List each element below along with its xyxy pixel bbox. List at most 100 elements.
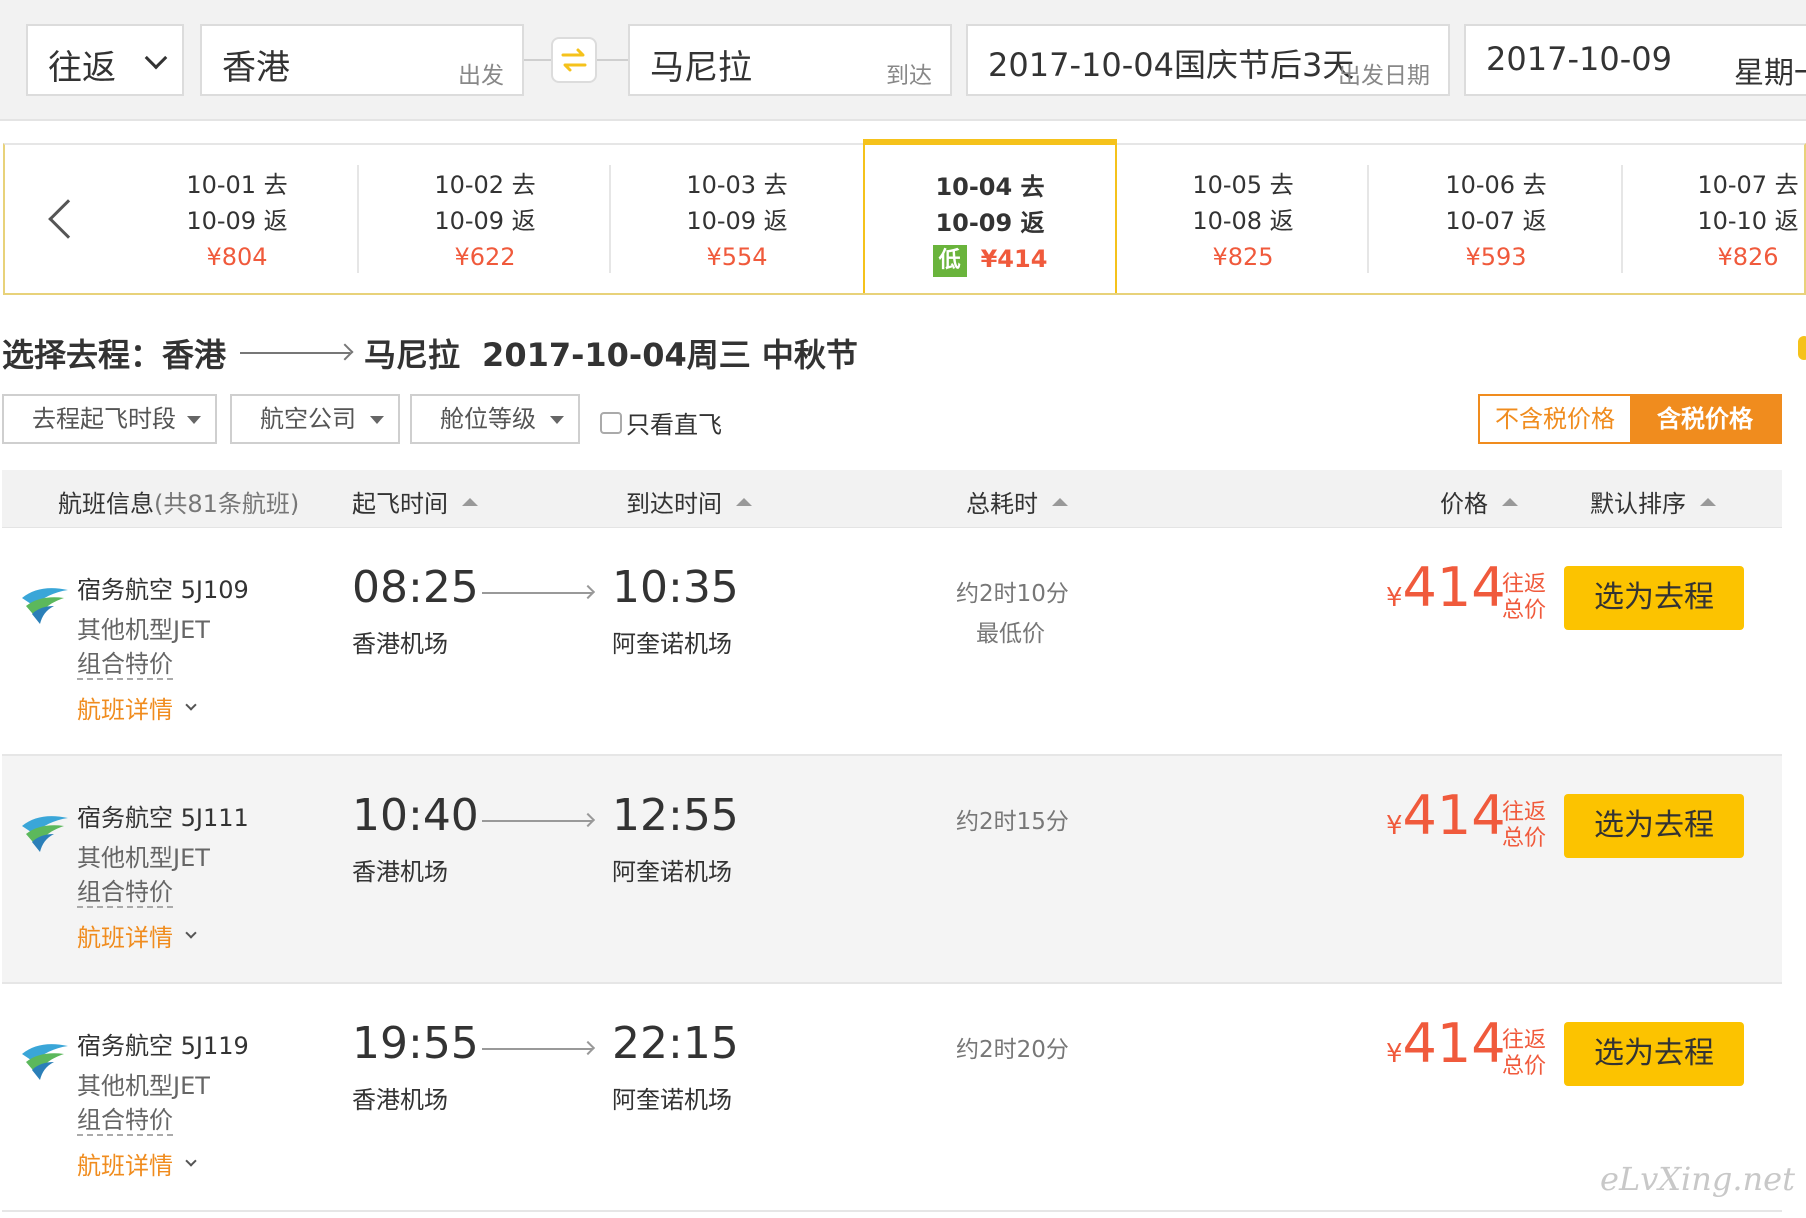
swap-icon bbox=[561, 48, 587, 72]
swap-connector-right bbox=[597, 59, 628, 61]
airline-filter-label: 航空公司 bbox=[260, 405, 356, 433]
sort-up-icon bbox=[1052, 497, 1068, 506]
arrow-right-icon bbox=[482, 820, 592, 822]
date-option-price: ¥554 bbox=[706, 243, 768, 271]
chevron-down-icon bbox=[185, 698, 197, 711]
flight-price: ¥414 bbox=[1386, 1012, 1506, 1075]
flight-row: 宿务航空 5J119 其他机型JET 组合特价 航班详情 19:55 22:15… bbox=[2, 984, 1782, 1212]
currency-symbol: ¥ bbox=[1386, 811, 1403, 841]
combo-fare-label[interactable]: 组合特价 bbox=[77, 650, 173, 680]
combo-fare-label[interactable]: 组合特价 bbox=[77, 1106, 173, 1136]
price-value: 414 bbox=[1402, 1012, 1506, 1075]
chevron-down-icon bbox=[185, 926, 197, 939]
depart-time-filter[interactable]: 去程起飞时段 bbox=[2, 394, 217, 444]
select-outbound-button[interactable]: 选为去程 bbox=[1564, 794, 1744, 858]
sort-up-icon bbox=[1502, 497, 1518, 506]
aircraft-model: 其他机型JET bbox=[77, 616, 210, 644]
sort-by-duration[interactable]: 总耗时 bbox=[966, 484, 1068, 519]
aircraft-model: 其他机型JET bbox=[77, 844, 210, 872]
currency-symbol: ¥ bbox=[1386, 1039, 1403, 1069]
caret-down-icon bbox=[550, 416, 564, 424]
tax-included-option[interactable]: 含税价格 bbox=[1630, 396, 1780, 442]
depart-date-hint: 出发日期 bbox=[1338, 63, 1430, 89]
flight-details-toggle[interactable]: 航班详情 bbox=[77, 1146, 197, 1181]
combo-fare-label[interactable]: 组合特价 bbox=[77, 878, 173, 908]
caret-down-icon bbox=[370, 416, 384, 424]
date-option-1002[interactable]: 10-02 去 10-09 返 ¥622 bbox=[359, 145, 611, 293]
depart-airport: 香港机场 bbox=[352, 858, 448, 886]
sort-by-arrive-time[interactable]: 到达时间 bbox=[626, 484, 752, 519]
date-option-1006[interactable]: 10-06 去 10-07 返 ¥593 bbox=[1369, 145, 1623, 293]
trip-type-select[interactable]: 往返 bbox=[26, 24, 184, 96]
return-weekday: 星期一 bbox=[1734, 56, 1806, 91]
arrow-right-icon bbox=[240, 352, 351, 354]
date-option-price: ¥622 bbox=[454, 243, 516, 271]
side-float-tab[interactable] bbox=[1798, 336, 1806, 360]
depart-airport: 香港机场 bbox=[352, 630, 448, 658]
date-strip-prev-button[interactable] bbox=[5, 145, 115, 293]
arrive-time: 12:55 bbox=[612, 790, 739, 841]
arrow-right-icon bbox=[482, 592, 592, 594]
sort-up-icon bbox=[1700, 497, 1716, 506]
date-option-return: 10-09 返 bbox=[186, 207, 288, 235]
date-option-1007[interactable]: 10-07 去 10-10 返 ¥826 bbox=[1623, 145, 1806, 293]
depart-time: 08:25 bbox=[352, 562, 479, 613]
to-city-input[interactable]: 马尼拉 到达 bbox=[628, 24, 952, 96]
chevron-left-icon bbox=[48, 199, 88, 239]
date-option-return: 10-09 返 bbox=[434, 207, 536, 235]
return-date-input[interactable]: 2017-10-09 星期一 bbox=[1464, 24, 1806, 96]
airline-filter[interactable]: 航空公司 bbox=[230, 394, 400, 444]
tax-price-toggle: 不含税价格 含税价格 bbox=[1478, 394, 1782, 444]
flight-details-toggle[interactable]: 航班详情 bbox=[77, 918, 197, 953]
flight-row: 宿务航空 5J109 其他机型JET 组合特价 航班详情 08:25 10:35… bbox=[2, 528, 1782, 756]
date-option-1005[interactable]: 10-05 去 10-08 返 ¥825 bbox=[1117, 145, 1369, 293]
round-trip-total-note: 往返总价 bbox=[1502, 572, 1547, 623]
date-option-price-row: 低 ¥414 bbox=[865, 241, 1115, 277]
section-date: 2017-10-04周三 中秋节 bbox=[482, 336, 858, 374]
round-trip-total-note: 往返总价 bbox=[1502, 1028, 1547, 1079]
flight-table-header: 航班信息 (共81条航班) 起飞时间 到达时间 总耗时 价格 默认排序 bbox=[2, 470, 1782, 528]
price-value: 414 bbox=[1402, 556, 1506, 619]
swap-connector-left bbox=[524, 59, 551, 61]
sort-by-depart-time[interactable]: 起飞时间 bbox=[352, 484, 478, 519]
date-option-1003[interactable]: 10-03 去 10-09 返 ¥554 bbox=[611, 145, 863, 293]
arrive-airport: 阿奎诺机场 bbox=[612, 858, 732, 886]
cebu-pacific-logo-icon bbox=[22, 588, 68, 624]
sort-up-icon bbox=[736, 497, 752, 506]
sort-default[interactable]: 默认排序 bbox=[1590, 484, 1716, 519]
header-depart-label: 起飞时间 bbox=[352, 490, 448, 518]
arrive-time: 10:35 bbox=[612, 562, 739, 613]
cabin-class-filter-label: 舱位等级 bbox=[440, 405, 536, 433]
date-option-go: 10-05 去 bbox=[1192, 171, 1294, 199]
from-city-input[interactable]: 香港 出发 bbox=[200, 24, 524, 96]
flight-price: ¥414 bbox=[1386, 556, 1506, 619]
date-option-return: 10-07 返 bbox=[1445, 207, 1547, 235]
checkbox-icon[interactable] bbox=[600, 411, 622, 434]
date-option-go: 10-02 去 bbox=[434, 171, 536, 199]
header-flight-info: 航班信息 (共81条航班) bbox=[58, 484, 299, 519]
header-default-sort-label: 默认排序 bbox=[1590, 490, 1686, 518]
section-to-city: 马尼拉 bbox=[364, 336, 461, 374]
swap-cities-button[interactable] bbox=[551, 37, 597, 83]
sort-by-price[interactable]: 价格 bbox=[1440, 484, 1518, 519]
direct-only-checkbox[interactable]: 只看直飞 bbox=[600, 405, 722, 440]
depart-time-filter-label: 去程起飞时段 bbox=[32, 405, 176, 433]
arrive-airport: 阿奎诺机场 bbox=[612, 630, 732, 658]
select-outbound-button[interactable]: 选为去程 bbox=[1564, 566, 1744, 630]
tax-excluded-option[interactable]: 不含税价格 bbox=[1480, 396, 1630, 442]
date-option-1001[interactable]: 10-01 去 10-09 返 ¥804 bbox=[115, 145, 359, 293]
cabin-class-filter[interactable]: 舱位等级 bbox=[410, 394, 580, 444]
date-option-1004-selected[interactable]: 10-04 去 10-09 返 低 ¥414 bbox=[863, 139, 1117, 293]
flight-details-toggle[interactable]: 航班详情 bbox=[77, 690, 197, 725]
airline-flight-number: 宿务航空 5J119 bbox=[77, 1032, 249, 1060]
select-outbound-button[interactable]: 选为去程 bbox=[1564, 1022, 1744, 1086]
date-option-price: ¥826 bbox=[1717, 243, 1779, 271]
depart-date-input[interactable]: 2017-10-04国庆节后3天 出发日期 bbox=[966, 24, 1450, 96]
header-price-label: 价格 bbox=[1440, 490, 1488, 518]
to-city-hint: 到达 bbox=[886, 63, 932, 89]
lowest-price-tag: 最低价 bbox=[976, 621, 1045, 647]
arrow-right-icon bbox=[482, 1048, 592, 1050]
chevron-down-icon bbox=[185, 1154, 197, 1167]
chevron-down-icon bbox=[144, 46, 168, 70]
cebu-pacific-logo-icon bbox=[22, 816, 68, 852]
